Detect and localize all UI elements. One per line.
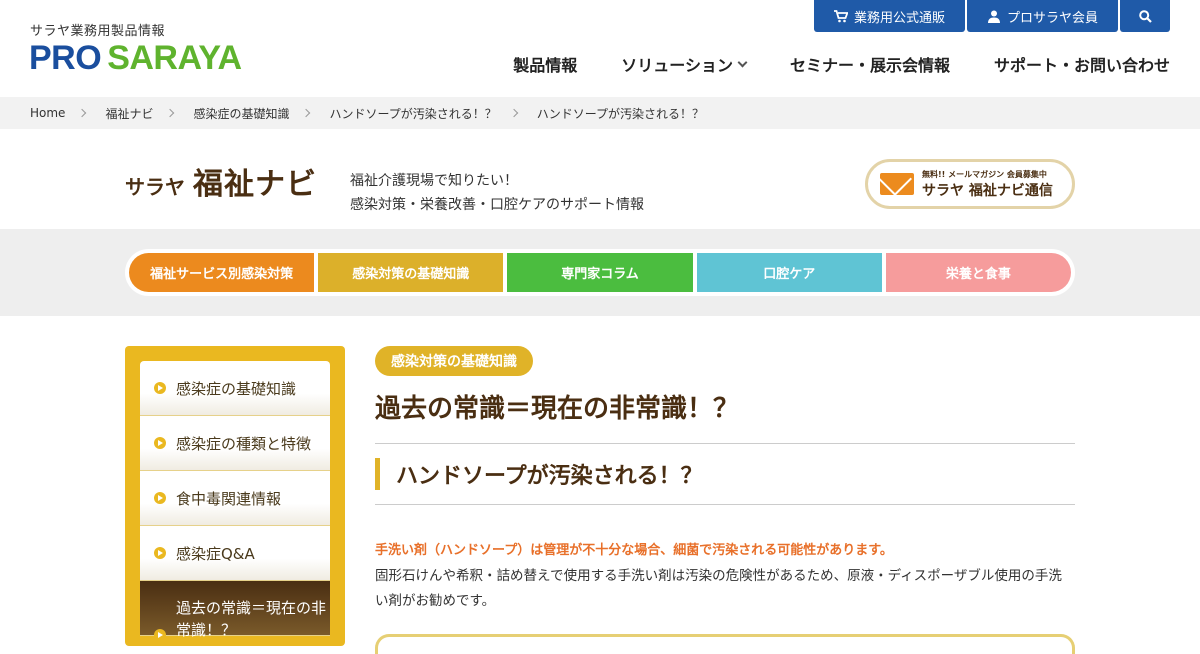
- logo-pro: PRO: [29, 39, 102, 77]
- category-tab-service[interactable]: 福祉サービス別感染対策: [129, 253, 315, 292]
- play-bullet-icon: [154, 382, 166, 394]
- breadcrumb-item[interactable]: 感染症の基礎知識: [193, 105, 289, 122]
- article-heading: ハンドソープが汚染される！？: [375, 458, 1075, 490]
- article-lead: 手洗い剤（ハンドソープ）は管理が不十分な場合、細菌で汚染される可能性があります。: [375, 543, 893, 558]
- chevron-right-icon: [509, 108, 519, 118]
- sidebar-item[interactable]: 感染症Q&A: [140, 526, 330, 581]
- fukushi-navi-logo[interactable]: サラヤ 福祉ナビ: [125, 159, 317, 203]
- sidebar-item[interactable]: 感染症の種類と特徴: [140, 416, 330, 471]
- chevron-right-icon: [166, 108, 175, 118]
- logo-saraya: SARAYA: [107, 39, 242, 77]
- sidebar-item-label: 感染症の種類と特徴: [176, 434, 312, 453]
- category-tab-nutrition[interactable]: 栄養と食事: [885, 253, 1072, 292]
- category-band: 福祉サービス別感染対策 感染対策の基礎知識 専門家コラム 口腔ケア 栄養と食事: [0, 229, 1200, 316]
- nav-support[interactable]: サポート・お問い合わせ: [994, 52, 1170, 76]
- category-badge[interactable]: 感染対策の基礎知識: [375, 346, 533, 376]
- sidebar-item-active[interactable]: 過去の常識＝現在の非常識！？: [140, 581, 330, 641]
- divider: [375, 504, 1075, 505]
- online-shop-label: 業務用公式通販: [853, 10, 945, 26]
- member-button[interactable]: プロサラヤ会員: [966, 0, 1118, 32]
- site-logo[interactable]: PRO SARAYA: [29, 38, 242, 78]
- envelope-icon: [880, 173, 914, 195]
- chevron-down-icon: [737, 57, 748, 67]
- tagline-line-1: 福祉介護現場で知りたい！: [350, 173, 518, 189]
- breadcrumb-current: ハンドソープが汚染される！？: [536, 106, 705, 121]
- category-tab-basics[interactable]: 感染対策の基礎知識: [318, 253, 504, 292]
- member-label: プロサラヤ会員: [1006, 10, 1098, 26]
- category-nav: 福祉サービス別感染対策 感染対策の基礎知識 専門家コラム 口腔ケア 栄養と食事: [125, 249, 1075, 296]
- sidebar-item[interactable]: 食中毒関連情報: [140, 471, 330, 526]
- play-bullet-icon: [154, 437, 166, 449]
- breadcrumb-item[interactable]: ハンドソープが汚染される！？: [329, 105, 496, 122]
- nav-support-label: サポート・お問い合わせ: [993, 56, 1170, 75]
- sidebar-item-label: 感染症の基礎知識: [176, 379, 297, 398]
- category-tab-column[interactable]: 専門家コラム: [507, 253, 693, 292]
- play-bullet-icon: [154, 629, 166, 641]
- mail-magazine-small: 無料!! メールマガジン 会員募集中: [922, 169, 1047, 179]
- brand-logo-big: 福祉ナビ: [193, 167, 317, 202]
- sidebar: 感染症の基礎知識 感染症の種類と特徴 食中毒関連情報 感染症Q&A 過去の常識＝…: [125, 346, 345, 646]
- info-box: [375, 634, 1075, 654]
- nav-seminars[interactable]: セミナー・展示会情報: [790, 52, 950, 76]
- breadcrumb: Home 福祉ナビ 感染症の基礎知識 ハンドソープが汚染される！？ ハンドソープ…: [0, 97, 1200, 129]
- tagline-line-2: 感染対策・栄養改善・口腔ケアのサポート情報: [350, 197, 644, 213]
- logo-subtitle: サラヤ業務用製品情報: [30, 24, 166, 39]
- mail-magazine-banner[interactable]: 無料!! メールマガジン 会員募集中 サラヤ 福祉ナビ通信: [865, 159, 1075, 209]
- divider: [375, 443, 1075, 444]
- sidebar-item[interactable]: 感染症の基礎知識: [140, 361, 330, 416]
- chevron-right-icon: [78, 108, 87, 118]
- sidebar-item-label: 感染症Q&A: [176, 544, 255, 563]
- play-bullet-icon: [154, 547, 166, 559]
- page-title: 過去の常識＝現在の非常識！？: [375, 394, 740, 424]
- cart-icon: [833, 9, 848, 23]
- breadcrumb-item[interactable]: 福祉ナビ: [105, 105, 153, 122]
- article-body: 固形石けんや希釈・詰め替えで使用する手洗い剤は汚染の危険性があるため、原液・ディ…: [375, 568, 1062, 609]
- mail-magazine-title: サラヤ 福祉ナビ通信: [922, 182, 1053, 199]
- top-utility-bar: 業務用公式通販 プロサラヤ会員: [813, 0, 1170, 32]
- brand-logo-small: サラヤ: [125, 175, 185, 199]
- breadcrumb-home[interactable]: Home: [30, 106, 65, 120]
- mail-magazine-text: 無料!! メールマガジン 会員募集中 サラヤ 福祉ナビ通信: [922, 169, 1053, 200]
- category-tab-oral-care[interactable]: 口腔ケア: [696, 253, 882, 292]
- site-header: サラヤ業務用製品情報 PRO SARAYA 業務用公式通販 プロサラヤ会員 製品情…: [0, 0, 1200, 97]
- search-button[interactable]: [1120, 0, 1170, 32]
- online-shop-button[interactable]: 業務用公式通販: [813, 0, 965, 32]
- search-icon: [1138, 9, 1152, 23]
- fukushi-navi-brand: サラヤ 福祉ナビ 福祉介護現場で知りたい！ 感染対策・栄養改善・口腔ケアのサポー…: [0, 129, 1200, 229]
- article: 感染対策の基礎知識 過去の常識＝現在の非常識！？ ハンドソープが汚染される！？ …: [375, 346, 1075, 654]
- sidebar-item-label: 過去の常識＝現在の非常識！？: [176, 599, 327, 639]
- chevron-right-icon: [302, 108, 311, 118]
- brand-tagline: 福祉介護現場で知りたい！ 感染対策・栄養改善・口腔ケアのサポート情報: [350, 169, 644, 217]
- nav-solutions-label: ソリューション: [621, 56, 733, 75]
- play-bullet-icon: [154, 492, 166, 504]
- sidebar-item-label: 食中毒関連情報: [176, 489, 282, 508]
- main-nav: 製品情報 ソリューション セミナー・展示会情報 サポート・お問い合わせ: [513, 52, 1170, 76]
- user-icon: [987, 9, 1001, 23]
- nav-products[interactable]: 製品情報: [513, 52, 577, 76]
- nav-solutions[interactable]: ソリューション: [621, 52, 748, 76]
- nav-products-label: 製品情報: [513, 56, 578, 75]
- nav-seminars-label: セミナー・展示会情報: [789, 56, 950, 75]
